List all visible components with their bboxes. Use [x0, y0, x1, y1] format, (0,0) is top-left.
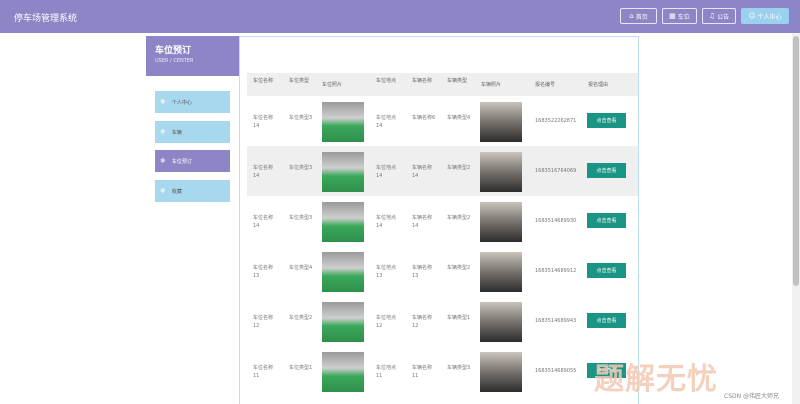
snowflake-icon: ❄ — [160, 157, 166, 165]
spot-photo — [322, 252, 364, 292]
reservation-number: 1683514689912 — [535, 268, 577, 274]
spot-photo — [322, 302, 364, 342]
col-header-number: 报名编号 — [535, 82, 556, 88]
sidebar-item-vehicle[interactable]: ❄ 车辆 — [155, 121, 230, 143]
spot-name: 车位名称11 — [253, 365, 274, 379]
table-row: 车位名称12 车位类型2 车位地点12 车辆名称12 车辆类型1 1683514… — [247, 296, 638, 346]
car-photo — [480, 252, 522, 292]
car-type: 车辆类型2 — [447, 265, 471, 271]
sidebar-item-favorites[interactable]: ❄ 收藏 — [155, 180, 230, 202]
spot-type: 车位类型3 — [289, 115, 313, 121]
table-header: 车位名称 车位类型 车位照片 车位地点 车辆名称 车辆类型 车辆照片 报名编号 … — [247, 73, 638, 96]
nav-parking-button[interactable]: ▦ 车位 — [662, 8, 697, 24]
reservation-number: 1683514689930 — [535, 218, 577, 224]
spot-location: 车位地点14 — [376, 165, 397, 179]
car-photo — [480, 152, 522, 192]
reservation-number: 1683514689943 — [535, 318, 577, 324]
col-header-spot-location: 车位地点 — [376, 78, 397, 84]
parking-icon: ▦ — [669, 12, 676, 20]
table-row: 车位名称14 车位类型3 车位地点14 车辆名称14 车辆类型2 1683516… — [247, 146, 638, 196]
col-header-spot-photo: 车位照片 — [322, 82, 343, 88]
car-type: 车辆类型1 — [447, 315, 471, 321]
car-type: 车辆类型4 — [447, 115, 471, 121]
spot-location: 车位地点12 — [376, 315, 397, 329]
reservation-number: 1683522262871 — [535, 118, 577, 124]
spot-photo — [322, 352, 364, 392]
spot-photo — [322, 202, 364, 242]
col-header-spot-type: 车位类型 — [289, 78, 310, 84]
spot-type: 车位类型3 — [289, 215, 313, 221]
reservation-number: 1683514689055 — [535, 368, 577, 374]
spot-location: 车位地点14 — [376, 215, 397, 229]
app-title: 停车场管理系统 — [14, 14, 78, 24]
table-row: 车位名称11 车位类型1 车位地点11 车辆名称11 车辆类型3 1683514… — [247, 346, 638, 396]
sidebar-item-reservation[interactable]: ❄ 车位预订 — [155, 150, 230, 172]
col-header-spot-name: 车位名称 — [253, 78, 274, 84]
spot-type: 车位类型3 — [289, 165, 313, 171]
nav-notice-button[interactable]: ♫ 公告 — [702, 8, 736, 24]
car-photo — [480, 102, 522, 142]
spot-type: 车位类型1 — [289, 365, 313, 371]
home-icon: ⌂ — [629, 12, 634, 20]
view-details-button[interactable]: 点击查看 — [587, 163, 626, 178]
car-photo — [480, 352, 522, 392]
sidebar-subtitle: USER / CENTER — [155, 58, 194, 64]
sidebar-title: 车位预订 — [155, 46, 192, 56]
top-bar: 停车场管理系统 ⌂ 首页 ▦ 车位 ♫ 公告 ☺ 个人中心 — [0, 0, 800, 33]
view-details-button[interactable]: 点击查看 — [587, 113, 626, 128]
snowflake-icon: ❄ — [160, 128, 166, 136]
credit-text: CSDN @伟匠大师兄 — [724, 393, 780, 400]
car-name: 车辆名称6 — [412, 115, 436, 121]
scrollbar-thumb[interactable] — [793, 36, 799, 286]
spot-name: 车位名称12 — [253, 315, 274, 329]
spot-photo — [322, 102, 364, 142]
nav-user-center-button[interactable]: ☺ 个人中心 — [741, 8, 789, 24]
spot-name: 车位名称13 — [253, 265, 274, 279]
view-details-button[interactable]: 点击查看 — [587, 263, 626, 278]
sidebar-header: 车位预订 USER / CENTER — [146, 36, 239, 76]
snowflake-icon: ❄ — [160, 98, 166, 106]
snowflake-icon: ❄ — [160, 187, 166, 195]
car-type: 车辆类型2 — [447, 165, 471, 171]
spot-location: 车位地点13 — [376, 265, 397, 279]
car-name: 车辆名称13 — [412, 265, 433, 279]
sidebar-item-personal-center[interactable]: ❄ 个人中心 — [155, 91, 230, 113]
col-header-car-photo: 车辆照片 — [481, 82, 502, 88]
col-header-reason: 报名理由 — [588, 82, 609, 88]
reservation-number: 1683516764069 — [535, 168, 577, 174]
car-name: 车辆名称14 — [412, 165, 433, 179]
user-icon: ☺ — [748, 12, 756, 20]
car-photo — [480, 202, 522, 242]
car-photo — [480, 302, 522, 342]
spot-name: 车位名称14 — [253, 115, 274, 129]
spot-type: 车位类型2 — [289, 315, 313, 321]
car-type: 车辆类型2 — [447, 215, 471, 221]
spot-name: 车位名称14 — [253, 215, 274, 229]
spot-name: 车位名称14 — [253, 165, 274, 179]
spot-location: 车位地点14 — [376, 115, 397, 129]
table-row: 车位名称14 车位类型3 车位地点14 车辆名称14 车辆类型2 1683514… — [247, 196, 638, 246]
car-name: 车辆名称14 — [412, 215, 433, 229]
car-type: 车辆类型3 — [447, 365, 471, 371]
spot-type: 车位类型4 — [289, 265, 313, 271]
table-row: 车位名称13 车位类型4 车位地点13 车辆名称13 车辆类型2 1683514… — [247, 246, 638, 296]
table-row: 车位名称14 车位类型3 车位地点14 车辆名称6 车辆类型4 16835222… — [247, 96, 638, 146]
col-header-car-type: 车辆类型 — [447, 78, 468, 84]
col-header-car-name: 车辆名称 — [412, 78, 433, 84]
bell-icon: ♫ — [708, 12, 716, 20]
view-details-button[interactable]: 点击查看 — [587, 213, 626, 228]
car-name: 车辆名称12 — [412, 315, 433, 329]
spot-photo — [322, 152, 364, 192]
view-details-button[interactable]: 点击查看 — [587, 313, 626, 328]
car-name: 车辆名称11 — [412, 365, 433, 379]
watermark: 题解无忧 — [594, 362, 718, 397]
spot-location: 车位地点11 — [376, 365, 397, 379]
nav-home-button[interactable]: ⌂ 首页 — [620, 8, 657, 24]
